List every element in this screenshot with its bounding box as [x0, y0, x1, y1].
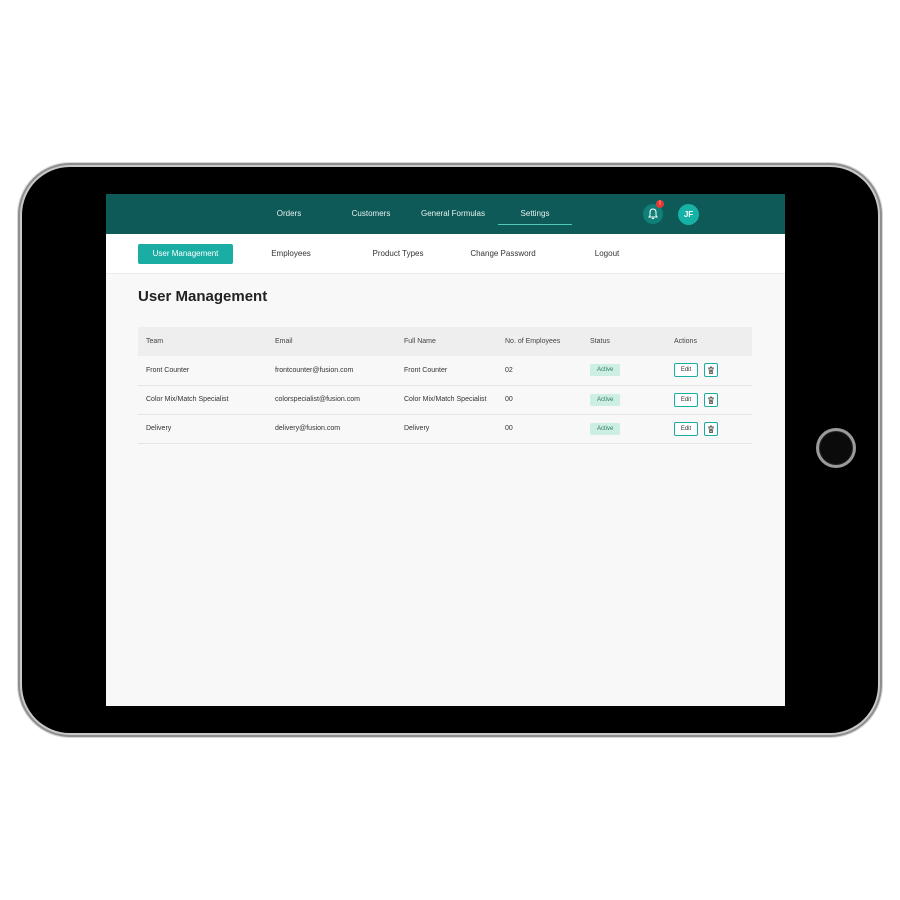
nav-customers[interactable]: Customers: [348, 194, 394, 234]
edit-button[interactable]: Edit: [674, 392, 698, 407]
subnav-logout[interactable]: Logout: [592, 244, 622, 264]
settings-subnav: User Management Employees Product Types …: [106, 234, 785, 274]
subnav-change-password[interactable]: Change Password: [466, 244, 540, 264]
table-row: Delivery delivery@fusion.com Delivery 00…: [138, 414, 752, 443]
app-screen: Orders Customers General Formulas Settin…: [106, 194, 785, 706]
subnav-user-management[interactable]: User Management: [138, 244, 233, 264]
column-header-email: Email: [275, 338, 293, 345]
cell-email: delivery@fusion.com: [275, 425, 341, 432]
trash-icon: [708, 396, 714, 404]
notification-badge: !: [656, 200, 664, 208]
nav-general-formulas[interactable]: General Formulas: [420, 194, 486, 234]
table-row: Front Counter frontcounter@fusion.com Fr…: [138, 356, 752, 385]
column-header-full-name: Full Name: [404, 338, 436, 345]
cell-status: Active: [582, 414, 666, 443]
status-badge: Active: [590, 393, 621, 406]
cell-employees: 00: [505, 396, 513, 403]
subnav-product-types[interactable]: Product Types: [366, 244, 430, 264]
nav-settings[interactable]: Settings: [498, 194, 572, 234]
table-row: Color Mix/Match Specialist colorspeciali…: [138, 385, 752, 414]
cell-email: colorspecialist@fusion.com: [275, 396, 360, 403]
page-title: User Management: [138, 288, 268, 305]
edit-button[interactable]: Edit: [674, 421, 698, 436]
column-header-team: Team: [146, 338, 164, 345]
status-badge: Active: [590, 364, 621, 377]
trash-icon: [708, 366, 714, 375]
cell-actions: Edit: [666, 414, 752, 443]
bell-icon: [648, 208, 658, 220]
avatar[interactable]: JF: [678, 204, 699, 225]
column-header-status: Status: [590, 338, 610, 345]
home-button[interactable]: [816, 428, 856, 468]
status-badge: Active: [590, 422, 621, 435]
cell-actions: Edit: [666, 385, 752, 414]
trash-icon: [708, 425, 714, 433]
cell-team: Front Counter: [146, 366, 190, 374]
top-navigation-bar: Orders Customers General Formulas Settin…: [106, 194, 785, 234]
cell-employees: 02: [505, 366, 513, 374]
cell-team: Color Mix/Match Specialist: [146, 396, 229, 403]
cell-full-name: Front Counter: [404, 366, 448, 374]
cell-full-name: Delivery: [404, 425, 430, 432]
cell-full-name: Color Mix/Match Specialist: [404, 396, 487, 403]
cell-team: Delivery: [146, 425, 172, 432]
cell-actions: Edit: [666, 356, 752, 385]
edit-button[interactable]: Edit: [674, 363, 698, 378]
delete-button[interactable]: [704, 392, 718, 407]
cell-status: Active: [582, 385, 666, 414]
cell-email: frontcounter@fusion.com: [275, 366, 354, 374]
table-header-row: Team Email Full Name No. of Employees St…: [138, 327, 752, 356]
cell-status: Active: [582, 356, 666, 385]
cell-employees: 00: [505, 425, 513, 432]
user-management-table: Team Email Full Name No. of Employees St…: [138, 327, 752, 444]
column-header-employees: No. of Employees: [505, 338, 561, 345]
column-header-actions: Actions: [674, 338, 697, 345]
delete-button[interactable]: [704, 363, 718, 378]
delete-button[interactable]: [704, 421, 718, 436]
nav-orders[interactable]: Orders: [271, 194, 307, 234]
subnav-employees[interactable]: Employees: [266, 244, 316, 264]
